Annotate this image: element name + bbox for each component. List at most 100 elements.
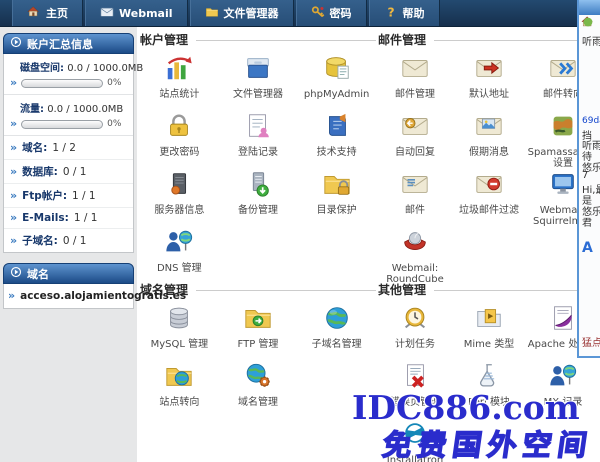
app-shortcut-globe-gear[interactable]: 域名管理 bbox=[219, 358, 298, 416]
domains-header: 域名 bbox=[3, 263, 134, 284]
monitor-icon bbox=[548, 169, 578, 203]
stat-label: 数据库: bbox=[22, 164, 58, 179]
section-domain: 域名管理MySQL 管理FTP 管理子域名管理站点转向域名管理 bbox=[140, 282, 376, 416]
app-shortcut-server[interactable]: 服务器信息 bbox=[140, 166, 219, 224]
account-summary-title: 账户汇总信息 bbox=[27, 36, 93, 52]
app-shortcut-backup[interactable]: 备份管理 bbox=[219, 166, 298, 224]
app-shortcut-support-book[interactable]: 技术支持 bbox=[297, 108, 376, 166]
lock-icon bbox=[164, 111, 194, 145]
envelope-reply-icon bbox=[400, 111, 430, 145]
globe-gear-icon bbox=[243, 361, 273, 395]
app-shortcut-label: 计划任务 bbox=[395, 339, 435, 350]
app-shortcut-globe[interactable]: 子域名管理 bbox=[297, 300, 376, 358]
app-shortcut-filebox[interactable]: 文件管理器 bbox=[219, 50, 298, 108]
folder-icon bbox=[205, 5, 219, 22]
nav-item-folder[interactable]: 文件管理器 bbox=[190, 0, 294, 26]
app-shortcut-label: Perl 模块 bbox=[468, 397, 510, 408]
chat-text-fragment: 69da bbox=[582, 116, 600, 126]
app-shortcut-label: DNS 管理 bbox=[157, 263, 202, 274]
envelope-plain-icon bbox=[400, 53, 430, 87]
progress-bar bbox=[21, 120, 103, 129]
stats-icon bbox=[164, 53, 194, 87]
resource-meter: 磁盘空间: 0.0 / 1000.0MB»0% bbox=[4, 54, 133, 95]
app-shortcut-label: 子域名管理 bbox=[312, 339, 362, 350]
app-shortcut-envelope-plain[interactable]: 邮件管理 bbox=[378, 50, 452, 108]
stat-label: 子域名: bbox=[22, 233, 58, 248]
section-divider bbox=[196, 40, 376, 41]
app-shortcut-envelope-photo[interactable]: 假期消息 bbox=[452, 108, 526, 166]
records-icon bbox=[243, 111, 273, 145]
app-shortcut-label: 域名管理 bbox=[238, 397, 278, 408]
flask-icon bbox=[474, 361, 504, 395]
domains-title: 域名 bbox=[27, 266, 49, 282]
chevron-bullet-icon: » bbox=[10, 143, 17, 153]
svg-text:?: ? bbox=[387, 5, 394, 19]
summary-stat-row: »E-Mails:1 / 1 bbox=[4, 208, 133, 229]
nav-item-question[interactable]: ?帮助 bbox=[369, 0, 440, 26]
app-shortcut-label: 邮件 bbox=[405, 205, 425, 216]
app-shortcut-label: 技术支持 bbox=[317, 147, 357, 158]
meter-value: 0.0 / 1000.0MB bbox=[47, 104, 123, 115]
app-shortcut-flask[interactable]: Perl 模块 bbox=[452, 358, 526, 416]
nav-item-envelope[interactable]: Webmail bbox=[85, 0, 188, 26]
section-divider bbox=[434, 290, 600, 291]
app-shortcut-stats[interactable]: 站点统计 bbox=[140, 50, 219, 108]
key-icon bbox=[311, 5, 325, 22]
app-shortcut-roundcube[interactable]: Webmail: RoundCube bbox=[378, 224, 452, 282]
app-shortcut-label: 文件管理器 bbox=[233, 89, 283, 100]
chat-text-fragment: 7 bbox=[582, 170, 588, 181]
progress-bar bbox=[21, 79, 103, 88]
chat-overlay-titlebar[interactable] bbox=[579, 0, 600, 15]
chat-overlay-panel[interactable]: 听雨69da挡听雨待悠乐7Hi,最是悠乐君A猛点 bbox=[577, 0, 600, 358]
app-shortcut-envelope-reply[interactable]: 自动回复 bbox=[378, 108, 452, 166]
app-shortcut-label: MX 记录 bbox=[544, 397, 583, 408]
app-shortcut-label: 自动回复 bbox=[395, 147, 435, 158]
chat-text-fragment: 君 bbox=[582, 214, 592, 229]
folder-lock-icon bbox=[322, 169, 352, 203]
envelope-lines-icon bbox=[400, 169, 430, 203]
app-shortcut-error-page[interactable]: 错误页管理 bbox=[378, 358, 452, 416]
app-shortcut-records[interactable]: 登陆记录 bbox=[219, 108, 298, 166]
folder-globe-icon bbox=[164, 361, 194, 395]
app-shortcut-label: 默认地址 bbox=[469, 89, 509, 100]
summary-stat-row: »Ftp帐户:1 / 1 bbox=[4, 184, 133, 208]
app-shortcut-label: 假期消息 bbox=[469, 147, 509, 158]
app-shortcut-person-globe[interactable]: MX 记录 bbox=[526, 358, 600, 416]
account-summary-header: 账户汇总信息 bbox=[3, 33, 134, 54]
arrow-circle-icon bbox=[10, 36, 22, 51]
chevron-bullet-icon: » bbox=[10, 167, 17, 177]
section-mail: 邮件管理邮件管理默认地址邮件转向自动回复假期消息Spamassassin 设置邮… bbox=[378, 32, 600, 282]
nav-item-label: 文件管理器 bbox=[224, 5, 279, 21]
app-shortcut-envelope-arrow-red[interactable]: 默认地址 bbox=[452, 50, 526, 108]
app-shortcut-clock[interactable]: 计划任务 bbox=[378, 300, 452, 358]
app-shortcut-lock[interactable]: 更改密码 bbox=[140, 108, 219, 166]
app-shortcut-ftp-folder[interactable]: FTP 管理 bbox=[219, 300, 298, 358]
app-shortcut-phpmyadmin[interactable]: phpMyAdmin bbox=[297, 50, 376, 108]
error-page-icon bbox=[400, 361, 430, 395]
app-shortcut-label: phpMyAdmin bbox=[304, 89, 369, 100]
app-shortcut-label: 站点统计 bbox=[159, 89, 199, 100]
app-shortcut-person-globe[interactable]: DNS 管理 bbox=[140, 224, 219, 282]
backup-icon bbox=[243, 169, 273, 203]
progress-percent: 0% bbox=[107, 119, 121, 129]
app-shortcut-envelope-lines[interactable]: 邮件 bbox=[378, 166, 452, 224]
app-shortcut-installatron[interactable]: Installatron Applications Installer bbox=[378, 416, 452, 462]
person-globe-icon bbox=[548, 361, 578, 395]
app-shortcut-mime[interactable]: Mime 类型 bbox=[452, 300, 526, 358]
chevron-bullet-icon: » bbox=[10, 236, 17, 246]
nav-item-key[interactable]: 密码 bbox=[296, 0, 367, 26]
app-shortcut-database[interactable]: MySQL 管理 bbox=[140, 300, 219, 358]
app-shortcut-folder-globe[interactable]: 站点转向 bbox=[140, 358, 219, 416]
domain-name: acceso.alojamientogratis.es bbox=[20, 290, 186, 302]
app-shortcut-folder-lock[interactable]: 目录保护 bbox=[297, 166, 376, 224]
chevron-bullet-icon: » bbox=[10, 119, 17, 129]
envelope-photo-icon bbox=[474, 111, 504, 145]
app-shortcut-envelope-block[interactable]: 垃圾邮件过滤 bbox=[452, 166, 526, 224]
apache-icon bbox=[548, 303, 578, 337]
summary-stat-row: »子域名:0 / 1 bbox=[4, 229, 133, 252]
chat-text-fragment: 猛点 bbox=[582, 334, 600, 349]
section-divider bbox=[434, 40, 600, 41]
domain-list-item[interactable]: »acceso.alojamientogratis.es bbox=[4, 284, 133, 308]
nav-item-home[interactable]: 主页 bbox=[12, 0, 83, 26]
globe-icon bbox=[322, 303, 352, 337]
